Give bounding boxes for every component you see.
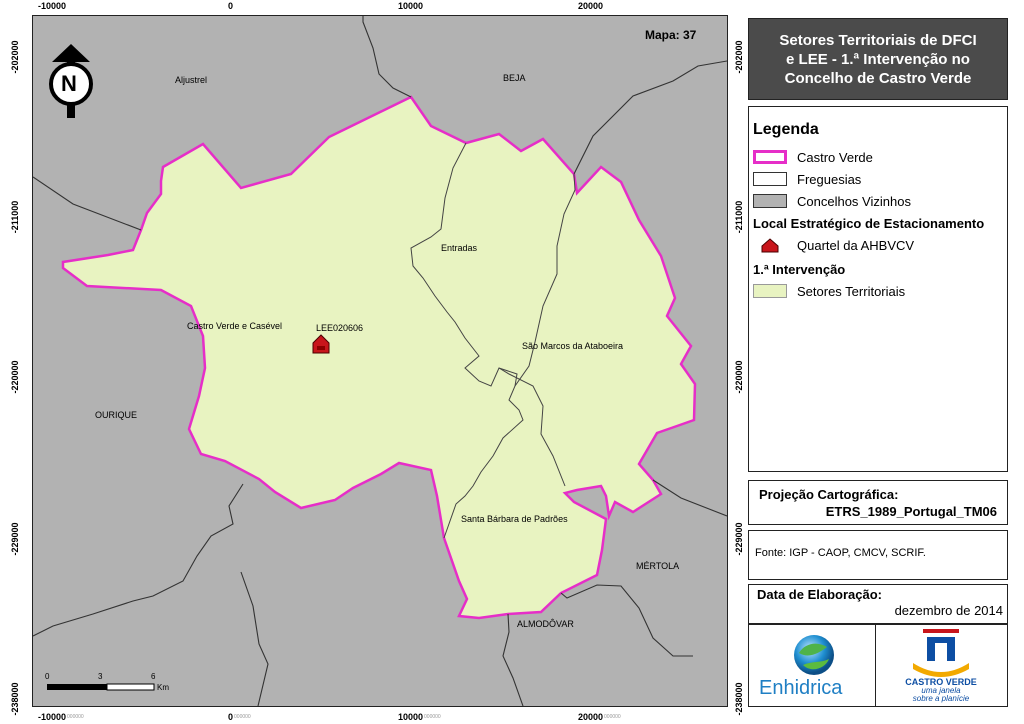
y-tick-right-5: -238000 <box>734 682 744 716</box>
y-tick-right-4: -229000 <box>734 522 744 556</box>
legend-item-castro-verde: Castro Verde <box>753 149 873 165</box>
source-box: Fonte: IGP - CAOP, CMCV, SCRIF. <box>748 530 1008 580</box>
y-tick-left-4: -229000 <box>10 522 20 556</box>
place-label-santa-barbara: Santa Bárbara de Padrões <box>461 514 568 524</box>
x-tick-top-1: -10000 <box>38 1 67 11</box>
y-tick-left-2: -211000 <box>10 200 20 234</box>
x-tick-bottom-1: -10000000000 <box>38 712 84 722</box>
x-tick-top-4: 20000 <box>578 1 604 11</box>
date-value: dezembro de 2014 <box>894 603 1003 618</box>
tagline-line-2: sobre a planície <box>912 694 970 703</box>
place-label-castro-verde-casevel: Castro Verde e Casével <box>187 321 283 331</box>
logos-box: Enhidrica CASTRO VERDE uma janela sobre … <box>748 624 1008 707</box>
scale-unit: Km <box>157 683 169 692</box>
map-canvas[interactable] <box>33 16 727 706</box>
title-line-2: e LEE - 1.ª Intervenção no <box>786 50 970 68</box>
x-tick-bottom-3: 10000000000 <box>398 712 441 722</box>
legend-item-label: Freguesias <box>797 171 862 187</box>
title-line-3: Concelho de Castro Verde <box>784 69 972 87</box>
date-box: Data de Elaboração: dezembro de 2014 <box>748 584 1008 624</box>
legend-item-setores: Setores Territoriais <box>753 283 905 299</box>
freguesias-swatch <box>753 172 787 186</box>
legend-item-label: Setores Territoriais <box>797 283 906 299</box>
castro-verde-swatch <box>753 150 787 164</box>
x-tick-top-3: 10000 <box>398 1 424 11</box>
map-number-label: Mapa: 37 <box>645 28 697 42</box>
enhidrica-logo: Enhidrica <box>749 625 876 706</box>
legend-lee-heading: Local Estratégico de Estacionamento <box>753 216 985 231</box>
legend-item-quartel: Quartel da AHBVCV <box>753 237 914 253</box>
map-title-box: Setores Territoriais de DFCI e LEE - 1.ª… <box>748 18 1008 100</box>
north-letter: N <box>61 71 77 96</box>
legend-title: Legenda <box>753 121 819 138</box>
projection-value: ETRS_1989_Portugal_TM06 <box>825 504 997 519</box>
scale-tick-3: 3 <box>98 672 103 681</box>
concelhos-swatch <box>753 194 787 208</box>
x-tick-bottom-2: 0000000 <box>228 712 251 722</box>
x-tick-bottom-4: 20000000000 <box>578 712 621 722</box>
y-tick-right-1: -202000 <box>734 40 744 74</box>
date-label: Data de Elaboração: <box>757 587 882 602</box>
enhidrica-wordmark: Enhidrica <box>759 677 843 699</box>
quartel-marker-icon <box>761 238 779 253</box>
legend-box: Legenda Castro Verde Freguesias Concelho… <box>748 106 1008 472</box>
place-label-almodovar: ALMODÔVAR <box>517 619 574 629</box>
castro-verde-logo: CASTRO VERDE uma janela sobre a planície <box>875 625 1007 706</box>
scale-bar <box>47 683 155 691</box>
place-label-beja: BEJA <box>503 73 526 83</box>
place-label-sao-marcos: São Marcos da Ataboeira <box>522 341 624 351</box>
place-label-ourique: OURIQUE <box>95 410 138 420</box>
place-label-entradas: Entradas <box>441 243 478 253</box>
castro-verde-boundary <box>61 95 697 620</box>
y-tick-left-5: -238000 <box>10 682 20 716</box>
legend-item-label: Quartel da AHBVCV <box>797 237 915 253</box>
castro-verde-emblem-icon <box>913 629 969 677</box>
scale-tick-0: 0 <box>45 672 50 681</box>
title-line-1: Setores Territoriais de DFCI <box>779 31 977 49</box>
legend-item-label: Concelhos Vizinhos <box>797 193 911 209</box>
projection-box: Projeção Cartográfica: ETRS_1989_Portuga… <box>748 480 1008 525</box>
y-tick-right-2: -211000 <box>734 200 744 234</box>
source-text: Fonte: IGP - CAOP, CMCV, SCRIF. <box>755 547 926 559</box>
place-label-aljustrel: Aljustrel <box>175 75 208 85</box>
x-tick-top-2: 0 <box>228 1 234 11</box>
legend-item-label: Castro Verde <box>797 149 873 165</box>
lee-code-label: LEE020606 <box>316 323 364 333</box>
projection-label: Projeção Cartográfica: <box>759 487 899 502</box>
y-tick-left-1: -202000 <box>10 40 20 74</box>
y-tick-right-3: -220000 <box>734 360 744 394</box>
setores-swatch <box>753 284 787 298</box>
place-label-mertola: MÉRTOLA <box>636 561 680 571</box>
legend-item-concelhos: Concelhos Vizinhos <box>753 193 911 209</box>
map-frame[interactable]: N Mapa: 37 Aljustrel BEJA Entradas Castr… <box>32 15 728 707</box>
castro-verde-tagline: uma janela sobre a planície <box>875 687 1007 703</box>
scale-tick-6: 6 <box>151 672 156 681</box>
y-tick-left-3: -220000 <box>10 360 20 394</box>
legend-intervention-heading: 1.ª Intervenção <box>753 262 846 277</box>
legend-item-freguesias: Freguesias <box>753 171 861 187</box>
